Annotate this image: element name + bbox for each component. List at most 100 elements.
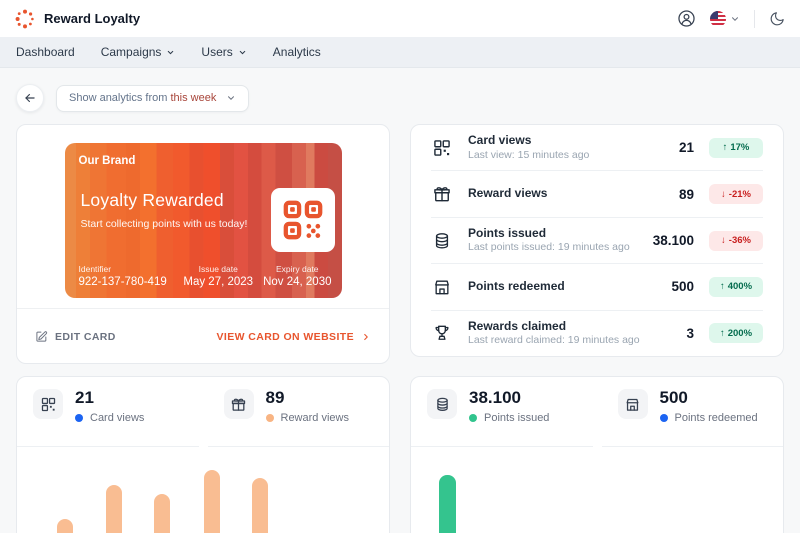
arrow-down-icon: ↓ <box>721 235 726 247</box>
points-chart-panel: 38.100 Points issued 500 Points redeemed <box>410 376 784 533</box>
edit-card-button[interactable]: EDIT CARD <box>35 330 116 343</box>
nav-item-campaigns[interactable]: Campaigns <box>101 45 176 59</box>
chart-bar <box>154 494 170 533</box>
legend-card-views: 21 Card views <box>17 377 199 447</box>
divider <box>754 9 755 28</box>
app-root: Reward Loyalty Dashboard Campaigns Users… <box>0 0 800 533</box>
arrow-up-icon: ↑ <box>719 327 725 339</box>
card-title: Loyalty Rewarded <box>80 190 224 210</box>
language-selector[interactable] <box>710 10 740 27</box>
stat-text: Rewards claimed Last reward claimed: 19 … <box>468 319 640 348</box>
store-icon <box>617 389 648 419</box>
stat-text: Points redeemed <box>468 279 565 295</box>
legend-dot <box>659 413 668 422</box>
stat-label: Points issued <box>468 225 547 240</box>
nav-label: Dashboard <box>16 45 75 59</box>
chevron-down-icon <box>730 14 740 24</box>
change-value: -36% <box>728 235 751 247</box>
change-badge: ↑ 400% <box>709 276 763 297</box>
card-dates: Issue date May 27, 2023 Expiry date Nov … <box>183 264 331 289</box>
arrow-up-icon: ↑ <box>722 142 728 154</box>
row-charts: 21 Card views 89 Reward views 38.100 Poi… <box>16 376 784 533</box>
view-card-on-website-link[interactable]: VIEW CARD ON WEBSITE <box>216 331 371 343</box>
stat-label: Points redeemed <box>468 279 565 294</box>
stat-value: 89 <box>678 186 694 202</box>
chart-legend: 21 Card views 89 Reward views <box>17 377 389 447</box>
change-badge: ↑ 17% <box>709 137 763 158</box>
main-nav: Dashboard Campaigns Users Analytics <box>0 37 800 68</box>
legend-text: 21 Card views <box>75 388 144 424</box>
app-logo-icon <box>14 8 36 30</box>
stat-text: Reward views <box>468 186 547 202</box>
card-footer: Identifier 922-137-780-419 Issue date Ma… <box>79 264 332 289</box>
back-button[interactable] <box>16 84 44 112</box>
card-identifier: Identifier 922-137-780-419 <box>79 264 167 289</box>
issue-date-label: Issue date <box>198 264 238 274</box>
arrow-up-icon: ↑ <box>719 281 725 293</box>
nav-item-dashboard[interactable]: Dashboard <box>16 45 75 59</box>
stats-panel: Card views Last view: 15 minutes ago 21 … <box>410 124 784 357</box>
coins-icon <box>427 389 457 419</box>
account-button[interactable] <box>677 9 696 28</box>
loyalty-card-preview: Our Brand Loyalty Rewarded Start collect… <box>64 143 342 298</box>
app-title: Reward Loyalty <box>44 11 141 26</box>
views-chart-panel: 21 Card views 89 Reward views <box>16 376 390 533</box>
legend-dot-row: Card views <box>75 412 144 424</box>
chevron-down-icon <box>166 48 175 57</box>
nav-item-analytics[interactable]: Analytics <box>273 45 321 59</box>
legend-dot <box>75 413 83 422</box>
filter-value: this week <box>170 92 217 104</box>
gift-icon <box>223 389 254 419</box>
nav-label: Campaigns <box>100 45 162 59</box>
stat-value: 3 <box>686 325 694 341</box>
legend-text: 500 Points redeemed <box>659 388 758 424</box>
chevron-down-icon <box>238 48 247 57</box>
stat-label: Rewards claimed <box>468 318 567 333</box>
legend-dot <box>265 413 274 422</box>
legend-text: 38.100 Points issued <box>469 388 549 424</box>
chart-bar <box>204 470 220 533</box>
change-badge: ↓ -36% <box>709 230 763 251</box>
analytics-period-select[interactable]: Show analytics from this week <box>56 84 250 112</box>
stat-label: Reward views <box>468 186 548 201</box>
legend-value: 500 <box>659 388 688 407</box>
nav-item-users[interactable]: Users <box>201 45 246 59</box>
legend-dot <box>469 413 477 422</box>
stat-sublabel: Last points issued: 19 minutes ago <box>468 241 630 254</box>
chart-bar <box>438 475 456 533</box>
legend-label: Card views <box>90 411 145 424</box>
brand: Reward Loyalty <box>14 8 140 30</box>
chart-bar <box>57 519 73 533</box>
legend-dot-row: Points issued <box>469 412 549 424</box>
stat-label: Card views <box>468 133 532 148</box>
change-badge: ↑ 200% <box>709 323 763 344</box>
stat-row-reward-views: Reward views 89 ↓ -21% <box>431 171 763 218</box>
expiry-date-label: Expiry date <box>276 264 319 274</box>
moon-icon <box>769 10 786 27</box>
qr-code <box>270 188 335 252</box>
chart-bar <box>252 478 268 533</box>
top-bar: Reward Loyalty <box>0 0 800 37</box>
legend-points-issued: 38.100 Points issued <box>411 377 593 447</box>
nav-label: Users <box>201 45 233 59</box>
stat-text: Points issued Last points issued: 19 min… <box>468 226 630 255</box>
nav-label: Analytics <box>272 45 321 59</box>
stat-row-card-views: Card views Last view: 15 minutes ago 21 … <box>431 125 763 172</box>
stat-value: 500 <box>671 279 694 295</box>
edit-icon <box>35 330 48 343</box>
user-account-icon <box>677 9 696 28</box>
stat-row-rewards-claimed: Rewards claimed Last reward claimed: 19 … <box>431 311 763 356</box>
us-flag-icon <box>710 10 726 27</box>
card-subtitle: Start collecting points with us today! <box>80 218 248 230</box>
dark-mode-toggle[interactable] <box>769 10 786 27</box>
view-card-label: VIEW CARD ON WEBSITE <box>216 330 354 343</box>
legend-reward-views: 89 Reward views <box>207 377 389 447</box>
toolbar: Show analytics from this week <box>16 84 784 112</box>
expiry-date-value: Nov 24, 2030 <box>263 275 332 288</box>
gift-icon <box>431 184 453 204</box>
legend-points-redeemed: 500 Points redeemed <box>601 377 783 447</box>
points-bar-chart <box>411 447 783 533</box>
stat-value: 21 <box>678 140 694 156</box>
chart-bar <box>106 485 122 533</box>
expiry-date: Expiry date Nov 24, 2030 <box>263 264 331 289</box>
